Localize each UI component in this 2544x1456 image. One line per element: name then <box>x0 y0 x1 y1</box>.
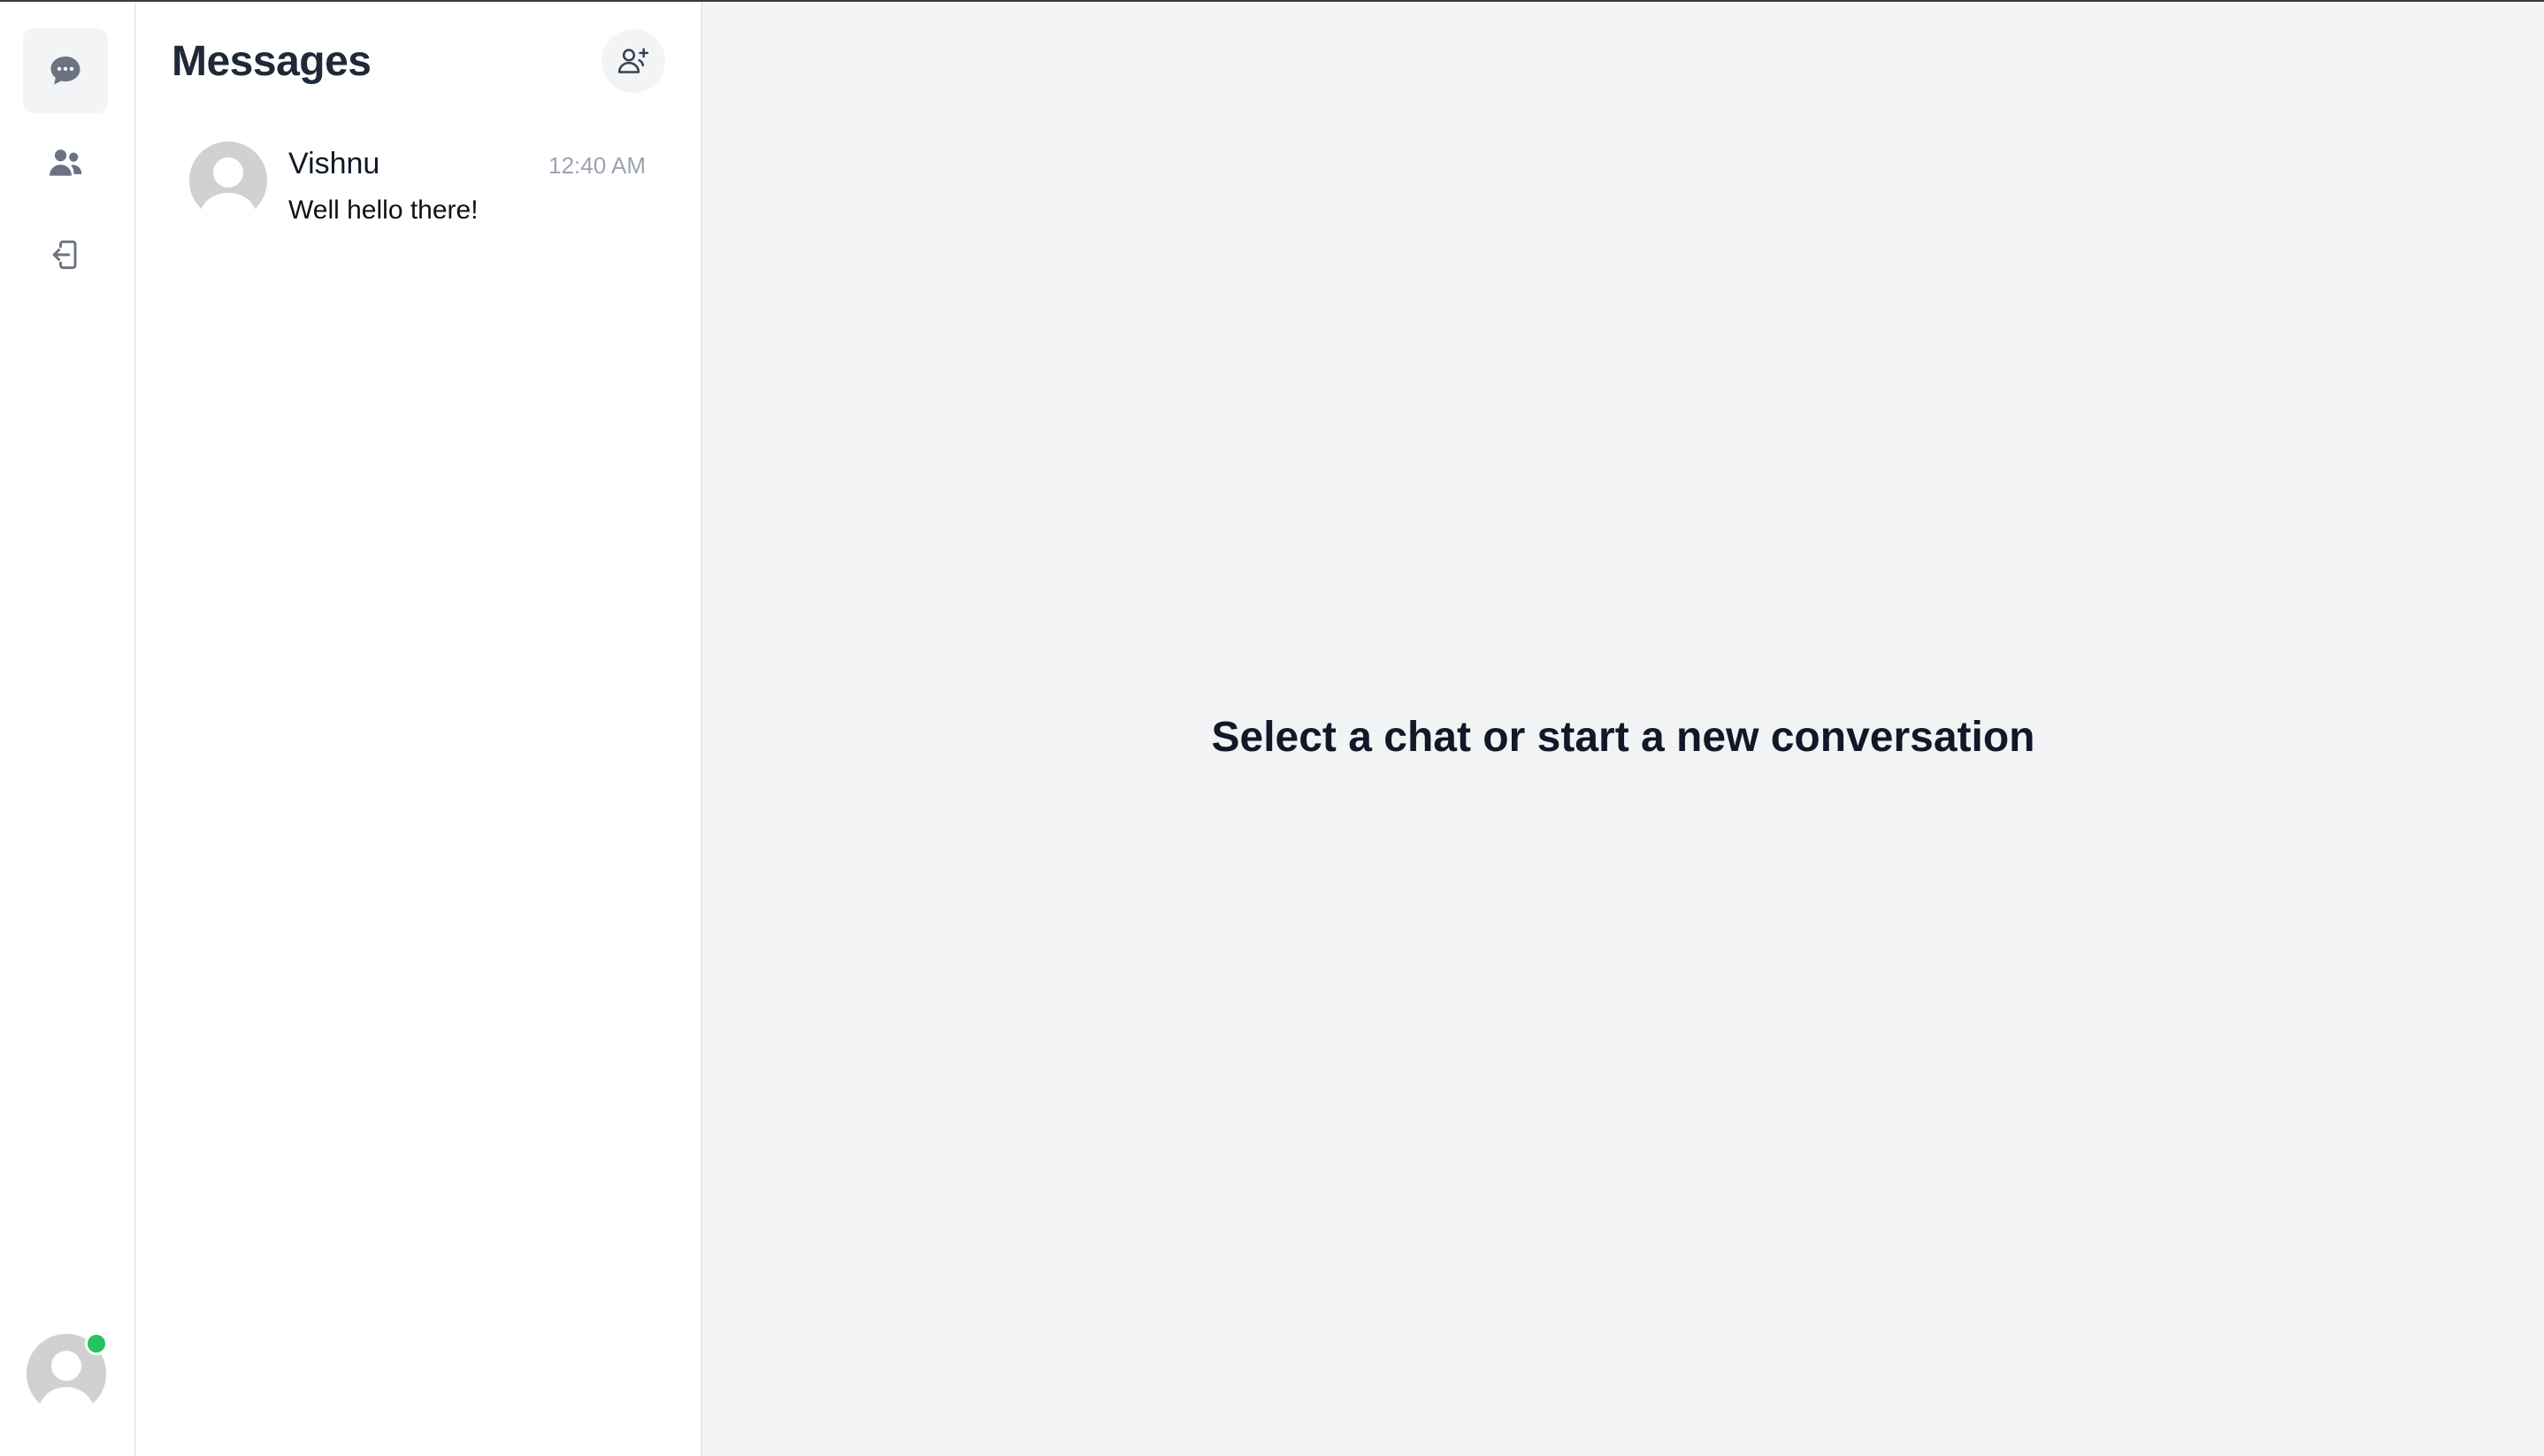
page-title: Messages <box>172 37 372 85</box>
list-header: Messages <box>172 28 665 94</box>
current-user-avatar[interactable] <box>27 1332 108 1414</box>
nav-chats-button[interactable] <box>23 28 108 113</box>
empty-state-message: Select a chat or start a new conversatio… <box>1211 713 2035 761</box>
nav-rail <box>0 2 136 1456</box>
online-status-indicator <box>85 1332 108 1355</box>
contact-name: Vishnu <box>288 147 380 180</box>
message-timestamp: 12:40 AM <box>548 152 646 179</box>
chat-bubble-icon <box>50 56 80 85</box>
logout-icon <box>52 240 77 270</box>
nav-contacts-button[interactable] <box>23 120 108 205</box>
conversation-body: Vishnu 12:40 AM Well hello there! <box>288 134 646 226</box>
contact-avatar <box>189 142 267 219</box>
new-conversation-button[interactable] <box>602 29 665 93</box>
conversation-list-panel: Messages Vishnu 12:40 AM Well hello ther… <box>136 2 702 1456</box>
user-plus-icon <box>617 48 649 73</box>
chat-main-area: Select a chat or start a new conversatio… <box>702 2 2544 1456</box>
nav-logout-button[interactable] <box>23 212 108 297</box>
message-preview: Well hello there! <box>288 195 479 225</box>
users-icon <box>50 149 82 176</box>
conversation-top-row: Vishnu 12:40 AM <box>288 147 646 181</box>
app-window: Messages Vishnu 12:40 AM Well hello ther… <box>0 0 2544 1456</box>
conversation-item[interactable]: Vishnu 12:40 AM Well hello there! <box>172 134 665 232</box>
